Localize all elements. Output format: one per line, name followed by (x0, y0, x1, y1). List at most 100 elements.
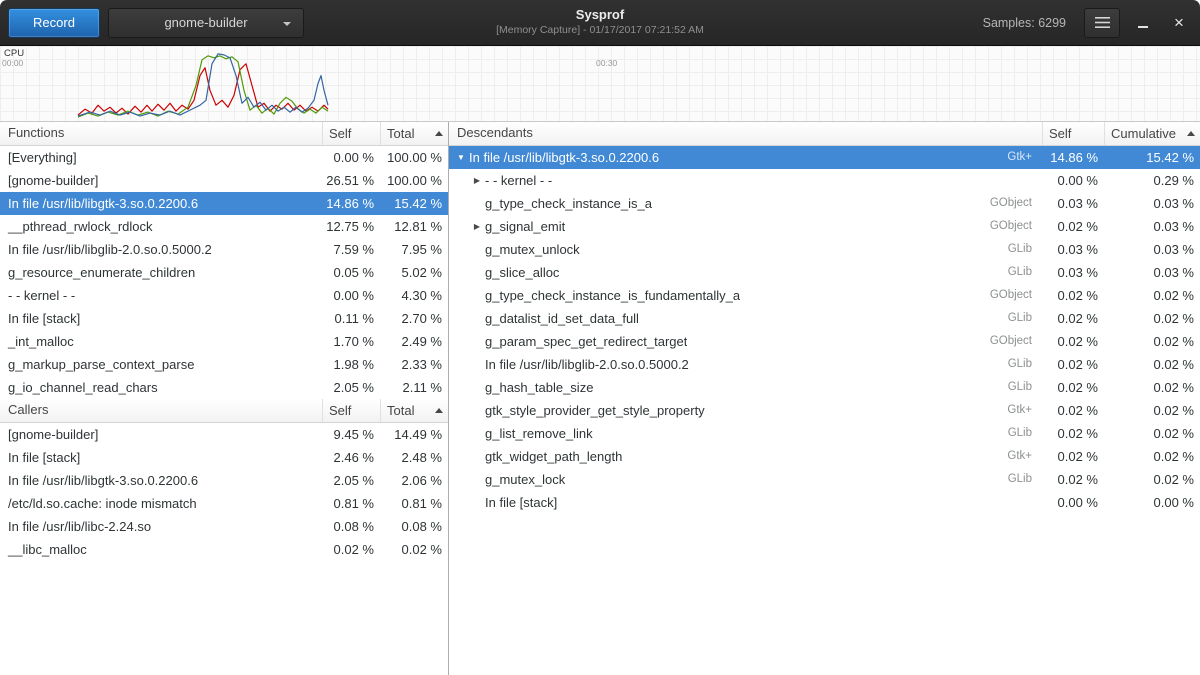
table-row[interactable]: gtk_style_provider_get_style_property Gtk… (449, 399, 1200, 422)
function-name: In file [stack] (0, 446, 322, 469)
function-name: g_param_spec_get_redirect_target (485, 330, 687, 353)
minimize-button[interactable] (1130, 10, 1156, 36)
expander-open-icon[interactable]: ▼ (453, 146, 469, 169)
cumulative-column-header[interactable]: Cumulative (1104, 122, 1200, 145)
self-value: 0.03 % (1042, 261, 1104, 284)
descendant-name-cell: g_mutex_lockGLib (449, 468, 1042, 491)
table-row[interactable]: __libc_malloc0.02 %0.02 % (0, 538, 448, 561)
self-column-header[interactable]: Self (322, 122, 380, 145)
table-row[interactable]: ▼In file /usr/lib/libgtk-3.so.0.2200.6Gt… (449, 146, 1200, 169)
table-row[interactable]: __pthread_rwlock_rdlock12.75 %12.81 % (0, 215, 448, 238)
self-value: 0.02 % (322, 538, 380, 561)
table-row[interactable]: In file [stack]0.00 %0.00 % (449, 491, 1200, 514)
self-column-header[interactable]: Self (1042, 122, 1104, 145)
hamburger-icon (1095, 16, 1110, 29)
table-row[interactable]: [gnome-builder]9.45 %14.49 % (0, 423, 448, 446)
table-row[interactable]: [gnome-builder]26.51 %100.00 % (0, 169, 448, 192)
function-name: g_signal_emit (485, 215, 565, 238)
function-name: gtk_style_provider_get_style_property (485, 399, 705, 422)
table-row[interactable]: g_slice_allocGLib0.03 %0.03 % (449, 261, 1200, 284)
table-row[interactable]: ▶- - kernel - -0.00 %0.29 % (449, 169, 1200, 192)
self-column-header[interactable]: Self (322, 399, 380, 422)
total-value: 2.49 % (380, 330, 448, 353)
table-row[interactable]: g_type_check_instance_is_fundamentally_a… (449, 284, 1200, 307)
table-row[interactable]: g_markup_parse_context_parse1.98 %2.33 % (0, 353, 448, 376)
table-row[interactable]: In file [stack]2.46 %2.48 % (0, 446, 448, 469)
function-name: - - kernel - - (0, 284, 322, 307)
table-row[interactable]: In file /usr/lib/libc-2.24.so0.08 %0.08 … (0, 515, 448, 538)
functions-column-header[interactable]: Functions (0, 122, 322, 145)
total-value: 2.06 % (380, 469, 448, 492)
function-name: In file /usr/lib/libc-2.24.so (0, 515, 322, 538)
library-badge: GLib (1000, 353, 1042, 376)
self-value: 0.11 % (322, 307, 380, 330)
library-badge: GObject (982, 215, 1042, 238)
expander-closed-icon[interactable]: ▶ (469, 215, 485, 238)
callers-column-header[interactable]: Callers (0, 399, 322, 422)
descendant-name-cell: g_list_remove_linkGLib (449, 422, 1042, 445)
function-name: In file [stack] (0, 307, 322, 330)
headerbar: Record gnome-builder Sysprof [Memory Cap… (0, 0, 1200, 46)
total-value: 14.49 % (380, 423, 448, 446)
self-value: 0.00 % (1042, 491, 1104, 514)
table-row[interactable]: [Everything]0.00 %100.00 % (0, 146, 448, 169)
cpu-green-series-line (78, 56, 328, 117)
cumulative-value: 0.02 % (1104, 468, 1200, 491)
close-icon: × (1174, 14, 1184, 31)
total-column-header[interactable]: Total (380, 399, 448, 422)
cumulative-value: 0.00 % (1104, 491, 1200, 514)
table-row[interactable]: In file /usr/lib/libgtk-3.so.0.2200.6 2.0… (0, 469, 448, 492)
table-row[interactable]: /etc/ld.so.cache: inode mismatch0.81 %0.… (0, 492, 448, 515)
table-row[interactable]: ▶g_signal_emitGObject0.02 %0.03 % (449, 215, 1200, 238)
table-row[interactable]: g_param_spec_get_redirect_targetGObject0… (449, 330, 1200, 353)
library-badge: GObject (982, 192, 1042, 215)
total-value: 2.48 % (380, 446, 448, 469)
table-row[interactable]: g_io_channel_read_chars2.05 %2.11 % (0, 376, 448, 399)
function-name: In file /usr/lib/libgtk-3.so.0.2200.6 (0, 469, 322, 492)
function-name: g_markup_parse_context_parse (0, 353, 322, 376)
menu-button[interactable] (1084, 8, 1120, 38)
minimize-icon (1138, 26, 1148, 28)
table-row[interactable]: g_list_remove_linkGLib0.02 %0.02 % (449, 422, 1200, 445)
total-column-header[interactable]: Total (380, 122, 448, 145)
record-button[interactable]: Record (8, 8, 100, 38)
total-value: 4.30 % (380, 284, 448, 307)
table-row[interactable]: g_hash_table_sizeGLib0.02 %0.02 % (449, 376, 1200, 399)
function-name: g_slice_alloc (485, 261, 559, 284)
descendant-name-cell: g_type_check_instance_is_aGObject (449, 192, 1042, 215)
self-value: 0.81 % (322, 492, 380, 515)
close-button[interactable]: × (1166, 10, 1192, 36)
library-badge: Gtk+ (999, 399, 1042, 422)
table-row[interactable]: In file /usr/lib/libglib-2.0.so.0.5000.2… (0, 238, 448, 261)
table-row[interactable]: In file /usr/lib/libgtk-3.so.0.2200.614.… (0, 192, 448, 215)
function-name: - - kernel - - (485, 169, 552, 192)
descendant-name-cell: In file /usr/lib/libglib-2.0.so.0.5000.2… (449, 353, 1042, 376)
self-value: 14.86 % (322, 192, 380, 215)
table-row[interactable]: g_resource_enumerate_children0.05 %5.02 … (0, 261, 448, 284)
samples-count: Samples: 6299 (983, 16, 1066, 30)
total-value: 12.81 % (380, 215, 448, 238)
sort-indicator-icon (435, 131, 443, 136)
self-value: 0.02 % (1042, 399, 1104, 422)
table-row[interactable]: g_mutex_lockGLib0.02 %0.02 % (449, 468, 1200, 491)
function-name: /etc/ld.so.cache: inode mismatch (0, 492, 322, 515)
table-row[interactable]: In file [stack]0.11 %2.70 % (0, 307, 448, 330)
table-row[interactable]: _int_malloc1.70 %2.49 % (0, 330, 448, 353)
library-badge: GLib (1000, 307, 1042, 330)
table-row[interactable]: - - kernel - -0.00 %4.30 % (0, 284, 448, 307)
process-selector-dropdown[interactable]: gnome-builder (108, 8, 304, 38)
self-value: 0.02 % (1042, 422, 1104, 445)
self-value: 0.00 % (322, 146, 380, 169)
table-row[interactable]: g_type_check_instance_is_aGObject0.03 %0… (449, 192, 1200, 215)
table-row[interactable]: g_mutex_unlockGLib0.03 %0.03 % (449, 238, 1200, 261)
descendant-name-cell: g_slice_allocGLib (449, 261, 1042, 284)
function-name: In file /usr/lib/libgtk-3.so.0.2200.6 (0, 192, 322, 215)
descendants-column-header[interactable]: Descendants (449, 122, 1042, 145)
cpu-graph[interactable]: CPU 00:00 00:30 (0, 46, 1200, 122)
library-badge: GLib (1000, 238, 1042, 261)
time-label-start: 00:00 (2, 58, 23, 68)
expander-closed-icon[interactable]: ▶ (469, 169, 485, 192)
table-row[interactable]: gtk_widget_path_lengthGtk+0.02 %0.02 % (449, 445, 1200, 468)
table-row[interactable]: g_datalist_id_set_data_fullGLib0.02 %0.0… (449, 307, 1200, 330)
table-row[interactable]: In file /usr/lib/libglib-2.0.so.0.5000.2… (449, 353, 1200, 376)
